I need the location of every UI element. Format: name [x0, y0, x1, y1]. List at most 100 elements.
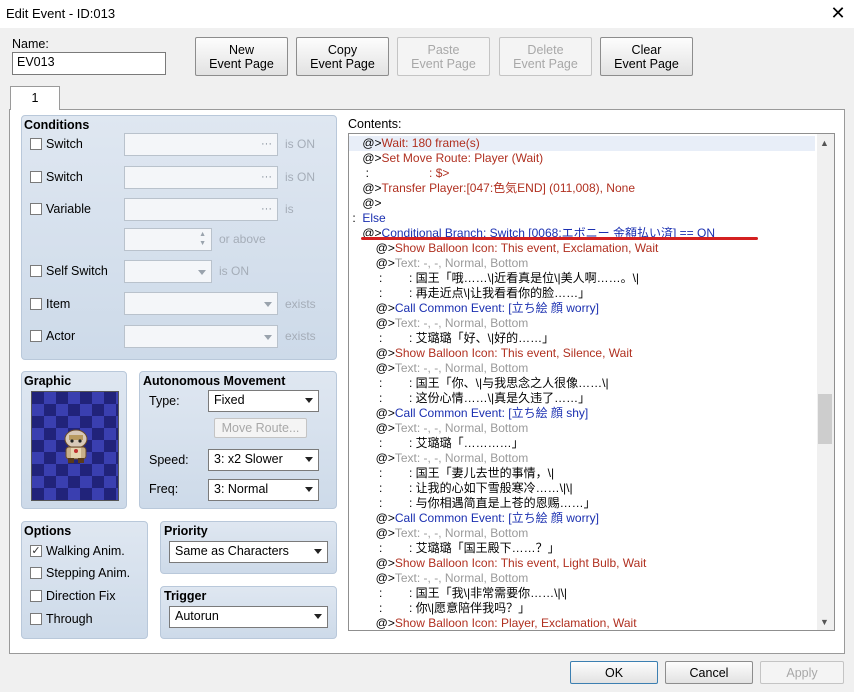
- event-command-line[interactable]: : : 让我的心如下雪般寒冷……\|\|: [349, 481, 815, 496]
- command-text: : 艾璐璐「好、\|好的……」: [382, 331, 555, 345]
- variable-checkbox[interactable]: [30, 203, 42, 215]
- event-command-line[interactable]: @>Call Common Event: [立ち絵 顔 worry]: [349, 301, 815, 316]
- event-command-line[interactable]: @>Call Common Event: [立ち絵 顔 worry]: [349, 511, 815, 526]
- graphic-preview[interactable]: [31, 391, 119, 501]
- item-select[interactable]: [124, 292, 278, 315]
- event-command-line[interactable]: : : 艾璐璐「…………」: [349, 436, 815, 451]
- event-command-line[interactable]: : : 再走近点\|让我看看你的脸……」: [349, 286, 815, 301]
- spin-up-icon[interactable]: ▲: [199, 231, 206, 238]
- direction-fix-checkbox[interactable]: [30, 590, 42, 602]
- paste-event-page-button[interactable]: Paste Event Page: [397, 37, 490, 76]
- actor-select[interactable]: [124, 325, 278, 348]
- scroll-down-icon[interactable]: ▼: [820, 617, 829, 627]
- event-command-line[interactable]: @>Text: -, -, Normal, Bottom: [349, 361, 815, 376]
- chevron-down-icon: [264, 302, 272, 307]
- event-command-line[interactable]: : : 国王「你、\|与我思念之人很像……\|: [349, 376, 815, 391]
- event-command-line[interactable]: @>Text: -, -, Normal, Bottom: [349, 256, 815, 271]
- command-text: Text: -, -, Normal, Bottom: [394, 571, 529, 585]
- event-command-line[interactable]: : Else: [349, 211, 815, 226]
- through-checkbox[interactable]: [30, 613, 42, 625]
- event-command-line[interactable]: @>Text: -, -, Normal, Bottom: [349, 316, 815, 331]
- trigger-select[interactable]: Autorun: [169, 606, 328, 628]
- contents-list[interactable]: @>Wait: 180 frame(s) @>Set Move Route: P…: [348, 133, 835, 631]
- command-text: : 国王「你、\|与我思念之人很像……\|: [382, 376, 609, 390]
- clear-event-page-button[interactable]: Clear Event Page: [600, 37, 693, 76]
- through-label: Through: [46, 612, 93, 626]
- switch1-checkbox[interactable]: [30, 138, 42, 150]
- event-command-line[interactable]: @>Set Move Route: Player (Wait): [349, 151, 815, 166]
- item-checkbox[interactable]: [30, 298, 42, 310]
- move-route-button[interactable]: Move Route...: [214, 418, 307, 438]
- event-command-line[interactable]: : : 艾璐璐「国王殿下……？」: [349, 541, 815, 556]
- event-command-line[interactable]: @>Text: -, -, Normal, Bottom: [349, 421, 815, 436]
- close-icon[interactable]: ✕: [827, 2, 849, 24]
- event-command-line[interactable]: @>Show Balloon Icon: This event, Silence…: [349, 346, 815, 361]
- event-command-line[interactable]: @>Transfer Player:[047:色気END] (011,008),…: [349, 181, 815, 196]
- variable-or-above: or above: [219, 232, 266, 246]
- new-event-page-button[interactable]: New Event Page: [195, 37, 288, 76]
- event-command-line[interactable]: : : 国王「哦……\|近看真是位\|美人啊……。\|: [349, 271, 815, 286]
- command-text: : 艾璐璐「…………」: [382, 436, 524, 450]
- switch1-suffix: is ON: [285, 137, 315, 151]
- command-marker: @>: [375, 571, 395, 585]
- contents-scrollbar[interactable]: [817, 134, 834, 630]
- movement-freq-select[interactable]: 3: Normal: [208, 479, 319, 501]
- command-marker: @>: [375, 256, 395, 270]
- self-switch-label: Self Switch: [46, 264, 108, 278]
- command-marker: @>: [375, 556, 395, 570]
- self-switch-checkbox[interactable]: [30, 265, 42, 277]
- ok-button[interactable]: OK: [570, 661, 658, 684]
- event-command-line[interactable]: @>Show Balloon Icon: Player, Exclamation…: [349, 616, 815, 630]
- event-command-line[interactable]: : : 这份心情……\|真是久违了……」: [349, 391, 815, 406]
- event-command-line[interactable]: @>Text: -, -, Normal, Bottom: [349, 526, 815, 541]
- self-switch-select[interactable]: [124, 260, 212, 283]
- command-text: Transfer Player:[047:色気END] (011,008), N…: [381, 181, 635, 195]
- variable-field[interactable]: ···: [124, 198, 278, 221]
- event-command-line[interactable]: : : $>: [349, 166, 815, 181]
- switch2-field[interactable]: ···: [124, 166, 278, 189]
- delete-event-page-button[interactable]: Delete Event Page: [499, 37, 592, 76]
- stepping-anim-checkbox[interactable]: [30, 567, 42, 579]
- ellipsis-icon: ···: [261, 171, 272, 183]
- priority-select[interactable]: Same as Characters: [169, 541, 328, 563]
- character-sprite-icon: [64, 429, 88, 463]
- switch1-field[interactable]: ···: [124, 133, 278, 156]
- event-command-line[interactable]: : : 你\|愿意陪伴我吗？」: [349, 601, 815, 616]
- chevron-down-icon: [305, 398, 313, 403]
- event-command-line[interactable]: : : 艾璐璐「好、\|好的……」: [349, 331, 815, 346]
- command-marker: @>: [375, 511, 395, 525]
- event-command-line[interactable]: : : 与你相遇简直是上苍的恩赐……」: [349, 496, 815, 511]
- movement-speed-select[interactable]: 3: x2 Slower: [208, 449, 319, 471]
- name-field[interactable]: EV013: [12, 52, 166, 75]
- event-command-line[interactable]: @>Show Balloon Icon: This event, Exclama…: [349, 241, 815, 256]
- title-bar: [0, 0, 854, 28]
- scrollbar-thumb[interactable]: [818, 394, 832, 444]
- event-command-line[interactable]: : : 国王「我\|非常需要你……\|\|: [349, 586, 815, 601]
- event-command-line[interactable]: @>Text: -, -, Normal, Bottom: [349, 451, 815, 466]
- switch2-checkbox[interactable]: [30, 171, 42, 183]
- event-command-line[interactable]: @>Wait: 180 frame(s): [349, 136, 815, 151]
- event-command-line[interactable]: @>: [349, 196, 815, 211]
- movement-type-select[interactable]: Fixed: [208, 390, 319, 412]
- cancel-button[interactable]: Cancel: [665, 661, 753, 684]
- event-command-line[interactable]: @>Call Common Event: [立ち絵 顔 shy]: [349, 406, 815, 421]
- event-command-line[interactable]: @>Text: -, -, Normal, Bottom: [349, 571, 815, 586]
- scroll-up-icon[interactable]: ▲: [820, 138, 829, 148]
- command-text: Wait: 180 frame(s): [381, 136, 480, 150]
- actor-checkbox[interactable]: [30, 330, 42, 342]
- command-marker: @>: [375, 421, 395, 435]
- spin-down-icon[interactable]: ▼: [199, 240, 206, 247]
- tab-page-1[interactable]: 1: [10, 86, 60, 110]
- apply-button[interactable]: Apply: [760, 661, 844, 684]
- self-switch-suffix: is ON: [219, 264, 249, 278]
- variable-value-spinner[interactable]: ▲ ▼: [124, 228, 212, 251]
- event-command-line[interactable]: @>Show Balloon Icon: This event, Light B…: [349, 556, 815, 571]
- event-command-line[interactable]: : : 国王「妻儿去世的事情，\|: [349, 466, 815, 481]
- walking-anim-checkbox[interactable]: ✓: [30, 545, 42, 557]
- copy-event-page-button[interactable]: Copy Event Page: [296, 37, 389, 76]
